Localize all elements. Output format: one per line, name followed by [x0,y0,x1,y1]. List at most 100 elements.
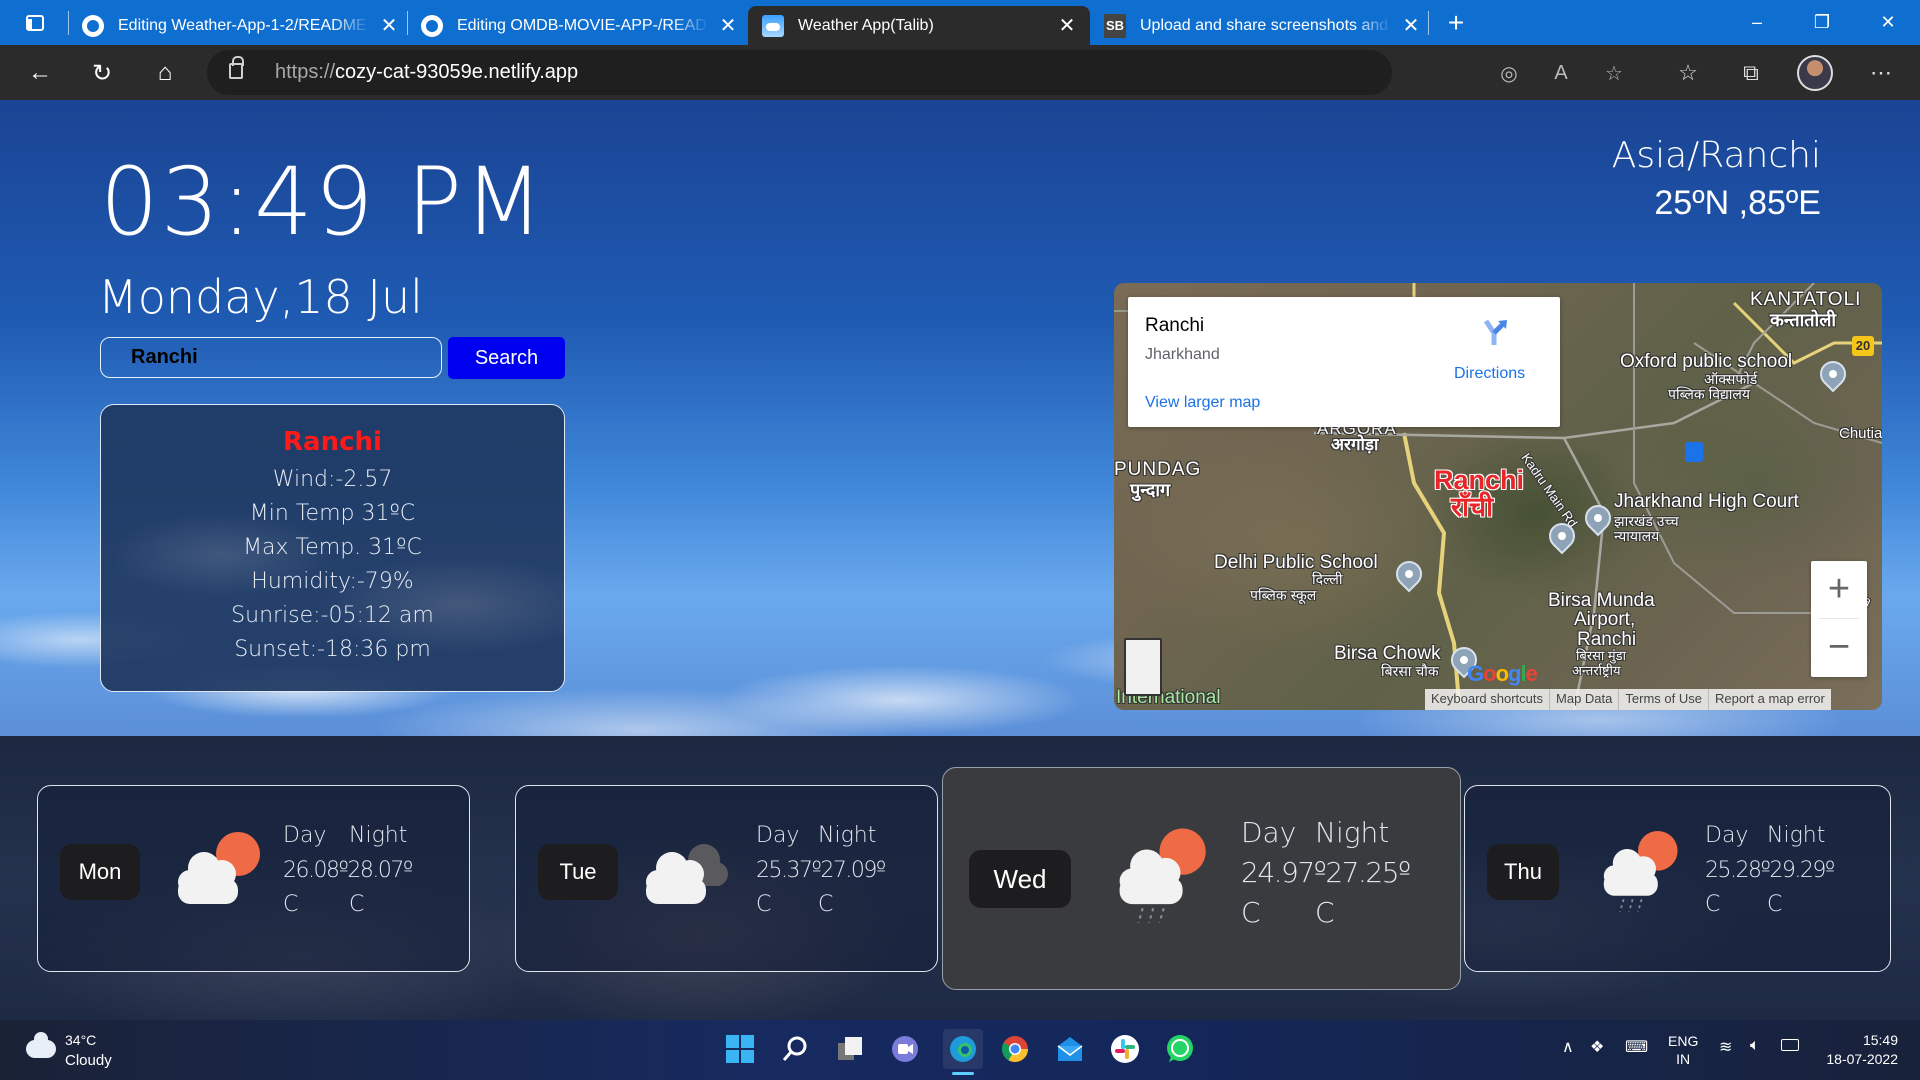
search-button[interactable]: Search [448,337,565,379]
tab-weather-app[interactable]: Weather App(Talib) ✕ [748,6,1090,45]
cloud-sun-icon [166,822,266,927]
forecast-card-wed[interactable]: Wed Day Night 24.97º27.25º C C [942,767,1461,990]
task-view-button[interactable] [833,1032,867,1066]
night-temp: 28.07º [347,858,413,883]
map-label-high-court-hindi: झारखंड उच्च [1614,513,1679,529]
close-tab-icon[interactable]: ✕ [378,13,400,38]
map-label-ranchi-hindi: राँची [1451,492,1494,522]
cloud-icon[interactable] [26,1032,56,1058]
forecast-day-label: Tue [538,844,618,900]
map-label-kantatoli: KANTATOLI [1750,289,1862,310]
forecast-day-label: Wed [969,850,1071,908]
close-tab-icon[interactable]: ✕ [717,13,739,38]
current-weather-card: Ranchi Wind:-2.57 Min Temp 31ºC Max Temp… [100,404,565,692]
map-data-link[interactable]: Map Data [1549,689,1618,710]
wifi-icon[interactable]: ≋ [1719,1037,1732,1057]
search-taskbar-button[interactable] [778,1032,812,1066]
tab-divider [1428,11,1429,35]
address-bar[interactable]: https://cozy-cat-93059e.netlify.app ◎ A … [207,50,1623,95]
read-aloud-icon[interactable]: A [1548,60,1574,86]
search-icon [782,1036,807,1061]
tab-title: Weather App(Talib) [798,16,934,34]
minimize-button[interactable]: – [1727,0,1787,45]
add-favorite-icon[interactable]: ☆ [1601,60,1627,86]
map-label-pundag-hindi: पुन्दाग [1130,480,1171,500]
view-larger-map-link[interactable]: View larger map [1145,394,1260,412]
refresh-button[interactable]: ↻ [86,57,118,89]
bus-station-icon[interactable] [1685,442,1703,462]
day-temp: 26.08º [283,858,349,883]
more-menu-icon[interactable]: ⋯ [1866,58,1896,88]
day-temp: 25.37º [756,858,822,883]
map-label-birsa-chowk-hindi: बिरसा चौक [1381,663,1439,679]
close-tab-icon[interactable]: ✕ [1400,13,1422,38]
night-label: Night [349,823,408,848]
teams-chat-button[interactable] [888,1032,922,1066]
profile-avatar[interactable] [1797,55,1833,91]
chrome-taskbar-button[interactable] [998,1032,1032,1066]
back-button[interactable]: ← [24,57,56,89]
mail-taskbar-button[interactable] [1053,1032,1087,1066]
map-label-birsa-chowk: Birsa Chowk [1334,643,1441,664]
close-window-button[interactable]: ✕ [1858,0,1918,45]
directions-link[interactable]: Directions [1454,365,1525,383]
browser-toolbar: ← ↻ ⌂ https://cozy-cat-93059e.netlify.ap… [0,45,1920,100]
new-tab-button[interactable]: + [1441,6,1471,40]
google-logo: Google [1467,661,1538,686]
edge-taskbar-button[interactable] [943,1029,983,1069]
location-icon[interactable]: ◎ [1496,60,1522,86]
collections-icon[interactable]: ⧉ [1736,58,1766,88]
start-button[interactable] [723,1032,757,1066]
tab-divider [68,11,69,35]
taskbar-weather-condition[interactable]: Cloudy [65,1052,112,1069]
battery-icon[interactable] [1781,1039,1799,1051]
map-label-argora-hindi: अरगोड़ा [1331,435,1379,454]
touch-keyboard-icon[interactable]: ⌨ [1625,1037,1648,1057]
task-view-icon [838,1037,862,1060]
home-button[interactable]: ⌂ [149,57,181,89]
weather-app-page: 03:49 PM Monday,18 Jul Search Ranchi Win… [0,100,1920,1020]
tab-github-weather-readme[interactable]: Editing Weather-App-1-2/README.md ✕ [82,6,400,45]
close-tab-icon[interactable]: ✕ [1056,13,1078,38]
tab-screenshot-upload[interactable]: SB Upload and share screenshots and imag… [1104,6,1422,45]
night-temp: 27.25º [1325,856,1411,889]
url-text[interactable]: https://cozy-cat-93059e.netlify.app [275,61,578,84]
street-view-minimap[interactable] [1124,638,1162,696]
slack-taskbar-button[interactable] [1108,1032,1142,1066]
tab-github-omdb-readme[interactable]: Editing OMDB-MOVIE-APP-/README.md ✕ [421,6,739,45]
terms-of-use-link[interactable]: Terms of Use [1618,689,1708,710]
embedded-google-map[interactable]: KANTATOLI कन्तातोली 20 Oxford public sch… [1114,283,1882,710]
tab-actions-button[interactable] [18,11,52,35]
home-icon: ⌂ [157,59,173,86]
system-clock[interactable]: 15:49 18-07-2022 [1826,1031,1898,1069]
taskbar-weather-temp[interactable]: 34°C [65,1032,96,1048]
refresh-icon: ↻ [91,59,113,87]
map-label-oxford-school: Oxford public school [1620,351,1793,372]
volume-icon[interactable]: 🔈︎ [1750,1037,1760,1055]
forecast-card-mon[interactable]: Mon Day Night 26.08º28.07º C C [37,785,470,972]
zoom-out-button[interactable]: − [1811,619,1867,676]
dropbox-icon[interactable]: ❖ [1590,1037,1604,1057]
keyboard-shortcuts-link[interactable]: Keyboard shortcuts [1425,689,1549,710]
coordinates: 25ºN ,85ºE [1654,184,1821,222]
temp-unit: C [349,892,365,917]
map-label-chutia: Chutia [1839,425,1882,442]
edge-icon [950,1036,976,1062]
restore-button[interactable]: ❐ [1792,0,1852,45]
favorites-icon[interactable]: ☆ [1673,58,1703,88]
report-map-error-link[interactable]: Report a map error [1707,689,1831,710]
forecast-card-tue[interactable]: Tue Day Night 25.37º27.09º C C [515,785,938,972]
map-label-ranchi: Ranchi [1434,465,1525,495]
whatsapp-taskbar-button[interactable] [1163,1032,1197,1066]
tab-title: Upload and share screenshots and images [1140,16,1392,34]
current-date: Monday,18 Jul [98,270,423,324]
forecast-card-thu[interactable]: Thu Day Night 25.28º29.29º C C [1464,785,1891,972]
city-search-input[interactable] [100,337,442,378]
show-hidden-icons-chevron[interactable]: ∧ [1562,1037,1574,1057]
zoom-in-button[interactable]: + [1811,561,1867,618]
forecast-temps: 24.97º27.25º [1241,856,1411,889]
directions-icon[interactable] [1480,317,1510,347]
night-temp: 29.29º [1769,858,1835,883]
humidity: Humidity:-79% [251,569,414,594]
language-indicator[interactable]: ENG IN [1668,1032,1698,1068]
